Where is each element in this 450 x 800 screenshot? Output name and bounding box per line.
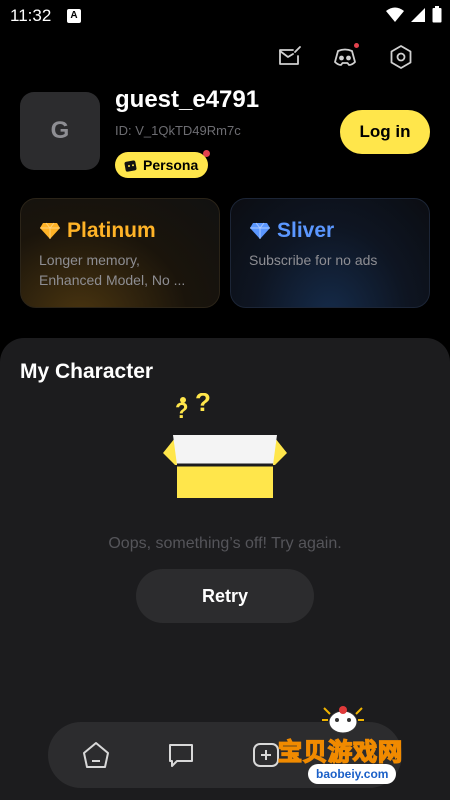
mail-edit-icon[interactable]	[274, 42, 304, 72]
error-message: Oops, something’s off! Try again.	[108, 535, 342, 552]
status-bar: 11:32 A	[0, 0, 450, 32]
section-title: My Character	[20, 360, 154, 383]
plan-description: Subscribe for no ads	[249, 252, 378, 268]
gem-blue-icon	[250, 222, 270, 239]
username: guest_e4791	[115, 86, 260, 113]
discord-icon[interactable]	[330, 42, 360, 72]
home-icon[interactable]	[78, 737, 114, 773]
persona-button[interactable]: Persona	[115, 150, 211, 178]
avatar[interactable]: G	[20, 92, 100, 170]
plan-description: Longer memory, Enhanced Model, No ...	[39, 252, 186, 288]
signal-icon	[411, 7, 425, 22]
svg-text:?: ?	[195, 393, 211, 417]
platinum-card[interactable]: Platinum Longer memory, Enhanced Model, …	[20, 198, 220, 308]
battery-icon	[432, 6, 442, 23]
login-button[interactable]: Log in	[340, 110, 430, 154]
notification-dot	[203, 150, 211, 157]
watermark-title: 宝贝游戏网	[277, 737, 403, 767]
a-indicator-icon: A	[67, 9, 81, 23]
persona-icon	[124, 160, 137, 172]
retry-button[interactable]: Retry	[136, 569, 314, 623]
plan-name: Sliver	[277, 219, 335, 242]
empty-box-icon: ? ?	[163, 393, 287, 498]
plan-name: Platinum	[67, 219, 156, 242]
gem-gold-icon	[40, 222, 60, 239]
user-id: ID: V_1QkTD49Rm7c	[115, 123, 241, 138]
chat-icon[interactable]	[163, 737, 199, 773]
persona-label: Persona	[143, 157, 199, 173]
gamepad-mascot-icon	[322, 706, 364, 734]
notification-dot	[354, 43, 359, 48]
status-time: 11:32	[10, 6, 52, 25]
settings-icon[interactable]	[386, 42, 416, 72]
watermark-url: baobeiy.com	[308, 764, 397, 784]
watermark: 宝贝游戏网 baobeiy.com	[268, 702, 448, 798]
wifi-icon	[386, 7, 404, 22]
sliver-card[interactable]: Sliver Subscribe for no ads	[230, 198, 430, 308]
header-actions	[274, 42, 416, 72]
